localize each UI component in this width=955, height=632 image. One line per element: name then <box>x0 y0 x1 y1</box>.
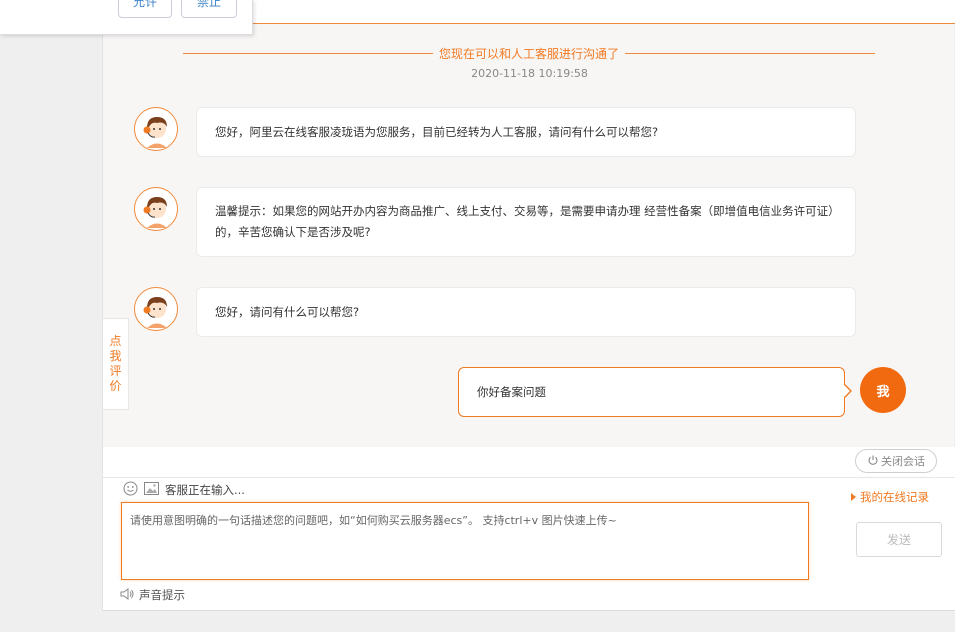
allow-button[interactable]: 允许 <box>118 0 172 18</box>
user-avatar: 我 <box>860 367 906 413</box>
agent-message: 温馨提示：如果您的网站开办内容为商品推广、线上支付、交易等，是需要申请办理 经营… <box>196 187 856 257</box>
rate-me-tab[interactable]: 点 我 评 价 <box>103 318 129 410</box>
permission-popup: 允许 禁止 <box>0 0 253 35</box>
image-icon[interactable] <box>144 482 159 498</box>
input-divider <box>103 477 955 478</box>
send-button[interactable]: 发送 <box>856 522 942 557</box>
caret-right-icon <box>851 493 856 501</box>
input-toolbar: 客服正在输入... <box>123 481 245 499</box>
agent-avatar <box>134 107 178 151</box>
history-label: 我的在线记录 <box>860 490 929 504</box>
notice-timestamp: 2020-11-18 10:19:58 <box>471 67 588 80</box>
message-text: 温馨提示：如果您的网站开办内容为商品推广、线上支付、交易等，是需要申请办理 经营… <box>215 204 834 239</box>
rate-char: 评 <box>109 364 122 378</box>
rate-char: 我 <box>109 349 122 363</box>
agent-avatar <box>134 187 178 231</box>
notice-line-right <box>625 52 876 54</box>
end-session-button[interactable]: 关闭会话 <box>855 449 937 473</box>
typing-status: 客服正在输入... <box>165 483 245 497</box>
emoji-icon[interactable] <box>123 481 138 499</box>
input-placeholder: 请使用意图明确的一句话描述您的问题吧，如“如何购买云服务器ecs”。 支持ctr… <box>130 514 617 527</box>
power-icon <box>867 454 879 469</box>
sound-toggle[interactable]: 声音提示 <box>120 587 185 603</box>
sound-label: 声音提示 <box>139 588 185 602</box>
agent-avatar <box>134 287 178 331</box>
message-text: 您好，阿里云在线客服凌珑语为您服务，目前已经转为人工客服，请问有什么可以帮您? <box>215 124 659 139</box>
chat-panel: 您现在可以和人工客服进行沟通了 2020-11-18 10:19:58 您好，阿… <box>102 0 955 611</box>
user-message-tail-inner <box>843 384 850 398</box>
notice-line-left <box>183 52 433 54</box>
rate-char: 价 <box>109 379 122 393</box>
agent-message: 您好，阿里云在线客服凌珑语为您服务，目前已经转为人工客服，请问有什么可以帮您? <box>196 107 856 157</box>
user-message: 你好备案问题 <box>458 367 845 417</box>
notice-text: 您现在可以和人工客服进行沟通了 <box>439 46 620 61</box>
rate-char: 点 <box>109 334 122 348</box>
agent-message: 您好，请问有什么可以帮您? <box>196 287 856 337</box>
message-text: 你好备案问题 <box>477 385 546 399</box>
message-text: 您好，请问有什么可以帮您? <box>215 304 360 319</box>
system-notice: 您现在可以和人工客服进行沟通了 <box>183 46 876 61</box>
end-session-label: 关闭会话 <box>881 455 925 468</box>
my-history-link[interactable]: 我的在线记录 <box>851 489 929 505</box>
deny-button[interactable]: 禁止 <box>181 0 237 18</box>
speaker-icon <box>120 587 134 603</box>
message-input[interactable]: 请使用意图明确的一句话描述您的问题吧，如“如何购买云服务器ecs”。 支持ctr… <box>121 502 809 580</box>
